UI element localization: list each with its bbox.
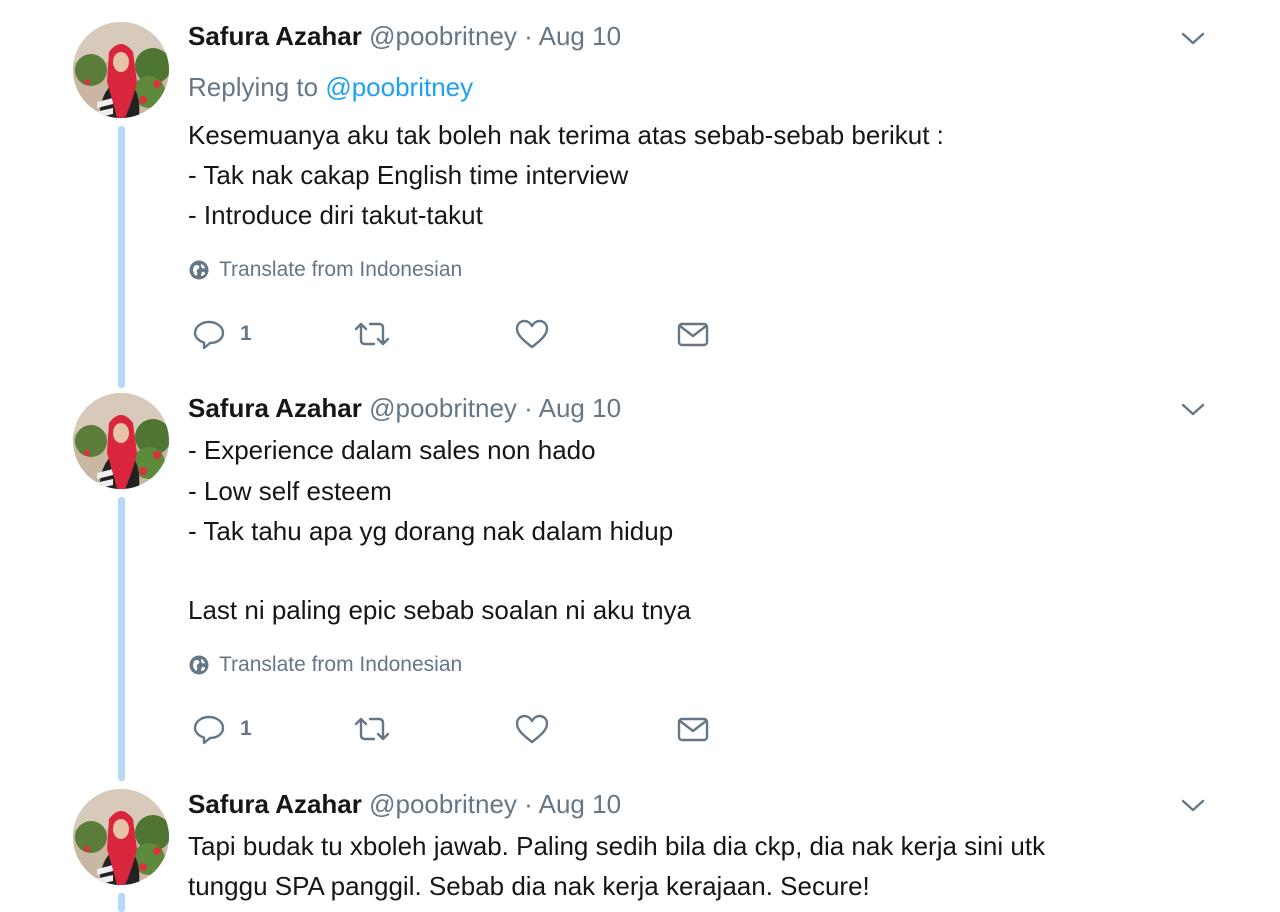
avatar[interactable] xyxy=(73,22,169,118)
author-name[interactable]: Safura Azahar xyxy=(188,21,362,51)
retweet-icon xyxy=(354,322,390,346)
profile-photo xyxy=(73,22,169,118)
reply-count: 1 xyxy=(240,717,252,740)
chevron-down-icon[interactable] xyxy=(1178,398,1208,420)
heart-icon xyxy=(515,319,549,349)
tweet-date[interactable]: Aug 10 xyxy=(539,393,621,423)
author-handle[interactable]: @poobritney xyxy=(369,21,517,51)
tweet-text-line: Tapi budak tu xboleh jawab. Paling sedih… xyxy=(188,831,1046,861)
reply-icon xyxy=(193,320,225,350)
translate-label: Translate from Indonesian xyxy=(219,653,463,676)
like-button[interactable] xyxy=(514,314,550,354)
dm-button[interactable] xyxy=(676,709,710,749)
profile-photo xyxy=(73,789,169,885)
tweet-header: Safura Azahar @poobritney · Aug 10 xyxy=(188,392,621,424)
separator: · xyxy=(524,789,533,819)
profile-photo xyxy=(73,393,169,489)
tweet-text-line: - Low self esteem xyxy=(188,476,392,506)
tweet: Safura Azahar @poobritney · Aug 10 - Exp… xyxy=(0,370,1280,770)
envelope-icon xyxy=(677,717,709,742)
tweet: Safura Azahar @poobritney · Aug 10 Tapi … xyxy=(0,770,1280,912)
author-handle[interactable]: @poobritney xyxy=(369,789,517,819)
author-handle[interactable]: @poobritney xyxy=(369,393,517,423)
retweet-button[interactable] xyxy=(352,314,392,354)
tweet-text-line: tunggu SPA panggil. Sebab dia nak kerja … xyxy=(188,871,870,901)
heart-icon xyxy=(515,714,549,744)
author-name[interactable]: Safura Azahar xyxy=(188,789,362,819)
replying-to: Replying to @poobritney xyxy=(188,71,473,103)
reply-button[interactable]: 1 xyxy=(192,314,252,354)
reply-icon xyxy=(193,715,225,745)
avatar[interactable] xyxy=(73,393,169,489)
globe-icon xyxy=(189,655,209,675)
separator: · xyxy=(524,393,533,423)
tweet-text-line: - Experience dalam sales non hado xyxy=(188,435,596,465)
tweet: Safura Azahar @poobritney · Aug 10 Reply… xyxy=(0,0,1280,370)
chevron-down-icon[interactable] xyxy=(1178,27,1208,49)
retweet-icon xyxy=(354,717,390,741)
tweet-text-line: Kesemuanya aku tak boleh nak terima atas… xyxy=(188,120,944,150)
separator: · xyxy=(524,21,533,51)
author-name[interactable]: Safura Azahar xyxy=(188,393,362,423)
tweet-date[interactable]: Aug 10 xyxy=(539,789,621,819)
reply-count: 1 xyxy=(240,322,252,345)
translate-link[interactable]: Translate from Indonesian xyxy=(188,652,462,678)
tweet-text-line: - Introduce diri takut-takut xyxy=(188,200,483,230)
globe-icon xyxy=(189,260,209,280)
reply-button[interactable]: 1 xyxy=(192,709,252,749)
retweet-button[interactable] xyxy=(352,709,392,749)
tweet-date[interactable]: Aug 10 xyxy=(539,21,621,51)
tweet-header: Safura Azahar @poobritney · Aug 10 xyxy=(188,788,621,820)
tweet-text-line: Last ni paling epic sebab soalan ni aku … xyxy=(188,595,692,625)
dm-button[interactable] xyxy=(676,314,710,354)
like-button[interactable] xyxy=(514,709,550,749)
chevron-down-icon[interactable] xyxy=(1178,794,1208,816)
tweet-header: Safura Azahar @poobritney · Aug 10 xyxy=(188,20,621,52)
tweet-text-line: - Tak nak cakap English time interview xyxy=(188,160,629,190)
envelope-icon xyxy=(677,322,709,347)
tweet-text-line: - Tak tahu apa yg dorang nak dalam hidup xyxy=(188,516,674,546)
translate-link[interactable]: Translate from Indonesian xyxy=(188,257,462,283)
avatar[interactable] xyxy=(73,789,169,885)
replying-prefix: Replying to xyxy=(188,72,319,102)
mention-link[interactable]: @poobritney xyxy=(325,72,473,102)
tweet-actions: 1 xyxy=(188,709,748,749)
translate-label: Translate from Indonesian xyxy=(219,258,463,281)
tweet-actions: 1 xyxy=(188,314,748,354)
